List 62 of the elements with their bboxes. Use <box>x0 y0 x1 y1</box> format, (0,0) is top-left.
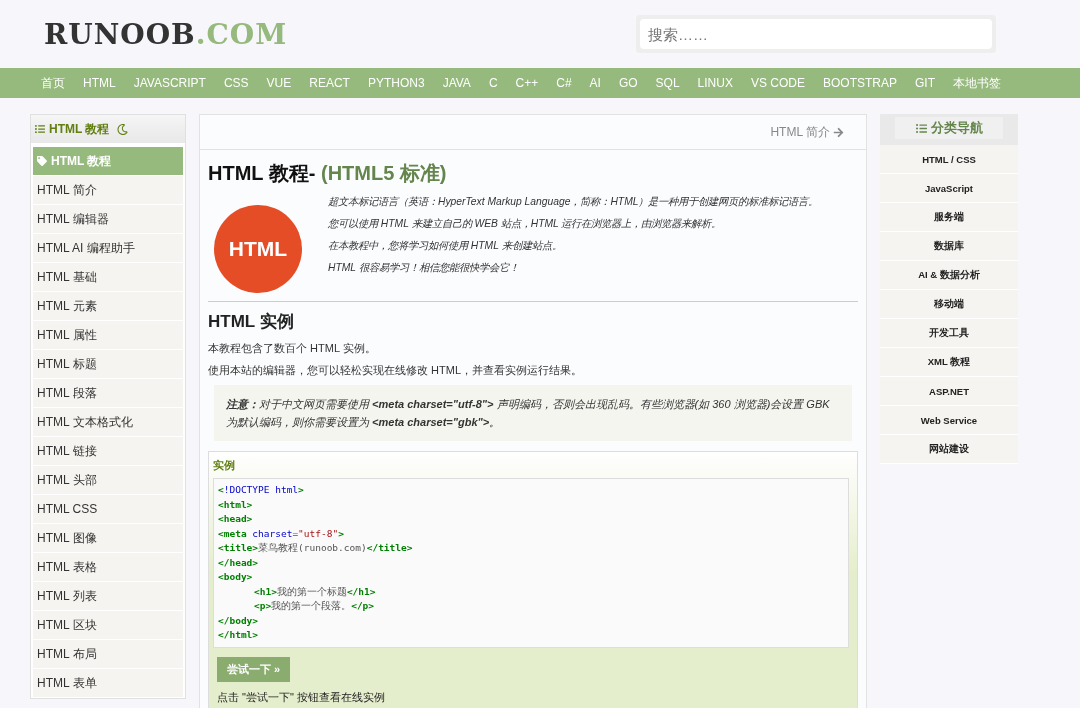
sidebar-item[interactable]: HTML CSS <box>33 495 183 523</box>
category-link[interactable]: HTML / CSS <box>880 145 1018 174</box>
sidebar-item[interactable]: HTML 列表 <box>33 582 183 610</box>
intro-paragraph: 超文本标记语言（英语：HyperText Markup Language，简称：HTML）是一种用于创建网页的标准标记语言。 <box>328 195 819 209</box>
sidebar-item[interactable]: HTML 元素 <box>33 292 183 320</box>
code-line: <title>菜鸟教程(runoob.com)</title> <box>218 541 414 555</box>
sidebar-item[interactable]: HTML 头部 <box>33 466 183 494</box>
code-line: <meta charset="utf-8"> <box>218 526 345 541</box>
category-link[interactable]: XML 教程 <box>880 348 1018 377</box>
category-link[interactable]: 网站建设 <box>880 435 1018 464</box>
sidebar-item[interactable]: HTML 文本格式化 <box>33 408 183 436</box>
code-line: <html> <box>218 497 254 512</box>
sidebar-item[interactable]: HTML 图像 <box>33 524 183 552</box>
code-line: </body> <box>218 613 260 628</box>
hint-text: 点击 "尝试一下" 按钮查看在线实例 <box>217 689 386 705</box>
code-line: <body> <box>218 570 254 584</box>
page-title: HTML 教程- (HTML5 标准) <box>208 161 448 186</box>
sidebar-item[interactable]: HTML AI 编程助手 <box>33 234 183 262</box>
category-title: 分类导航 <box>930 119 983 137</box>
sidebar-item[interactable]: HTML 区块 <box>33 611 183 639</box>
category-link[interactable]: 开发工具 <box>880 319 1018 348</box>
category-link[interactable]: Web Service <box>880 406 1018 435</box>
category-link[interactable]: 数据库 <box>880 232 1018 261</box>
html-logo: HTML <box>214 205 302 293</box>
next-page-link[interactable]: HTML 简介 <box>770 123 844 141</box>
sidebar-item[interactable]: HTML 表格 <box>33 553 183 581</box>
category-link[interactable]: 移动端 <box>880 290 1018 319</box>
sidebar-title: HTML 教程 <box>49 120 110 138</box>
tag-icon <box>37 156 47 166</box>
sidebar-item[interactable]: HTML 链接 <box>33 437 183 465</box>
category-link[interactable]: ASP.NET <box>880 377 1018 406</box>
code-line: <h1>我的第一个标题</h1> <box>253 584 377 599</box>
code-line: <p>我的第一个段落。</p> <box>253 599 376 613</box>
note-box: 注意：对于中文网页需要使用 <meta charset="utf-8"> 声明编码，否则会出现乱码。有些浏览器(如 360 浏览器)会设置 GBK 为默认编码，则你需要设置为 <meta charset="gbk">。 <box>214 385 852 441</box>
intro-paragraph: HTML 很容易学习！相信您能很快学会它！ <box>328 261 520 275</box>
sidebar-item[interactable]: HTML 简介 <box>33 176 183 204</box>
sidebar-item[interactable]: HTML 基础 <box>33 263 183 291</box>
example-label: 实例 <box>213 458 236 473</box>
intro-paragraph: 在本教程中，您将学习如何使用 HTML 来创建站点。 <box>328 239 563 253</box>
sidebar-item[interactable]: HTML 编辑器 <box>33 205 183 233</box>
intro-paragraph: 您可以使用 HTML 来建立自己的 WEB 站点，HTML 运行在浏览器上，由浏览器来解析。 <box>328 217 723 231</box>
code-line: </head> <box>218 555 260 570</box>
sidebar-item[interactable]: HTML 布局 <box>33 640 183 668</box>
sidebar-item[interactable]: HTML 段落 <box>33 379 183 407</box>
code-line: </html> <box>218 628 260 642</box>
list-icon <box>915 122 927 134</box>
code-line: <head> <box>218 512 254 526</box>
search-field[interactable]: 搜索…… <box>640 19 992 49</box>
sidebar-item[interactable]: HTML 表单 <box>33 669 183 697</box>
sidebar-item[interactable]: HTML 属性 <box>33 321 183 349</box>
paragraph: 本教程包含了数百个 HTML 实例。 <box>208 341 377 355</box>
category-link[interactable]: AI & 数据分析 <box>880 261 1018 290</box>
arrow-right-icon <box>833 126 844 138</box>
code-line: <!DOCTYPE html> <box>218 483 305 497</box>
list-icon <box>35 124 45 134</box>
moon-icon[interactable] <box>117 123 129 135</box>
paragraph: 使用本站的编辑器，您可以轻松实现在线修改 HTML，并查看实例运行结果。 <box>208 363 583 377</box>
section-title: HTML 实例 <box>208 311 295 333</box>
category-link[interactable]: JavaScript <box>880 174 1018 203</box>
category-link[interactable]: 服务端 <box>880 203 1018 232</box>
site-logo[interactable]: RUNOOB.COM <box>44 17 288 51</box>
sidebar-item[interactable]: HTML 标题 <box>33 350 183 378</box>
